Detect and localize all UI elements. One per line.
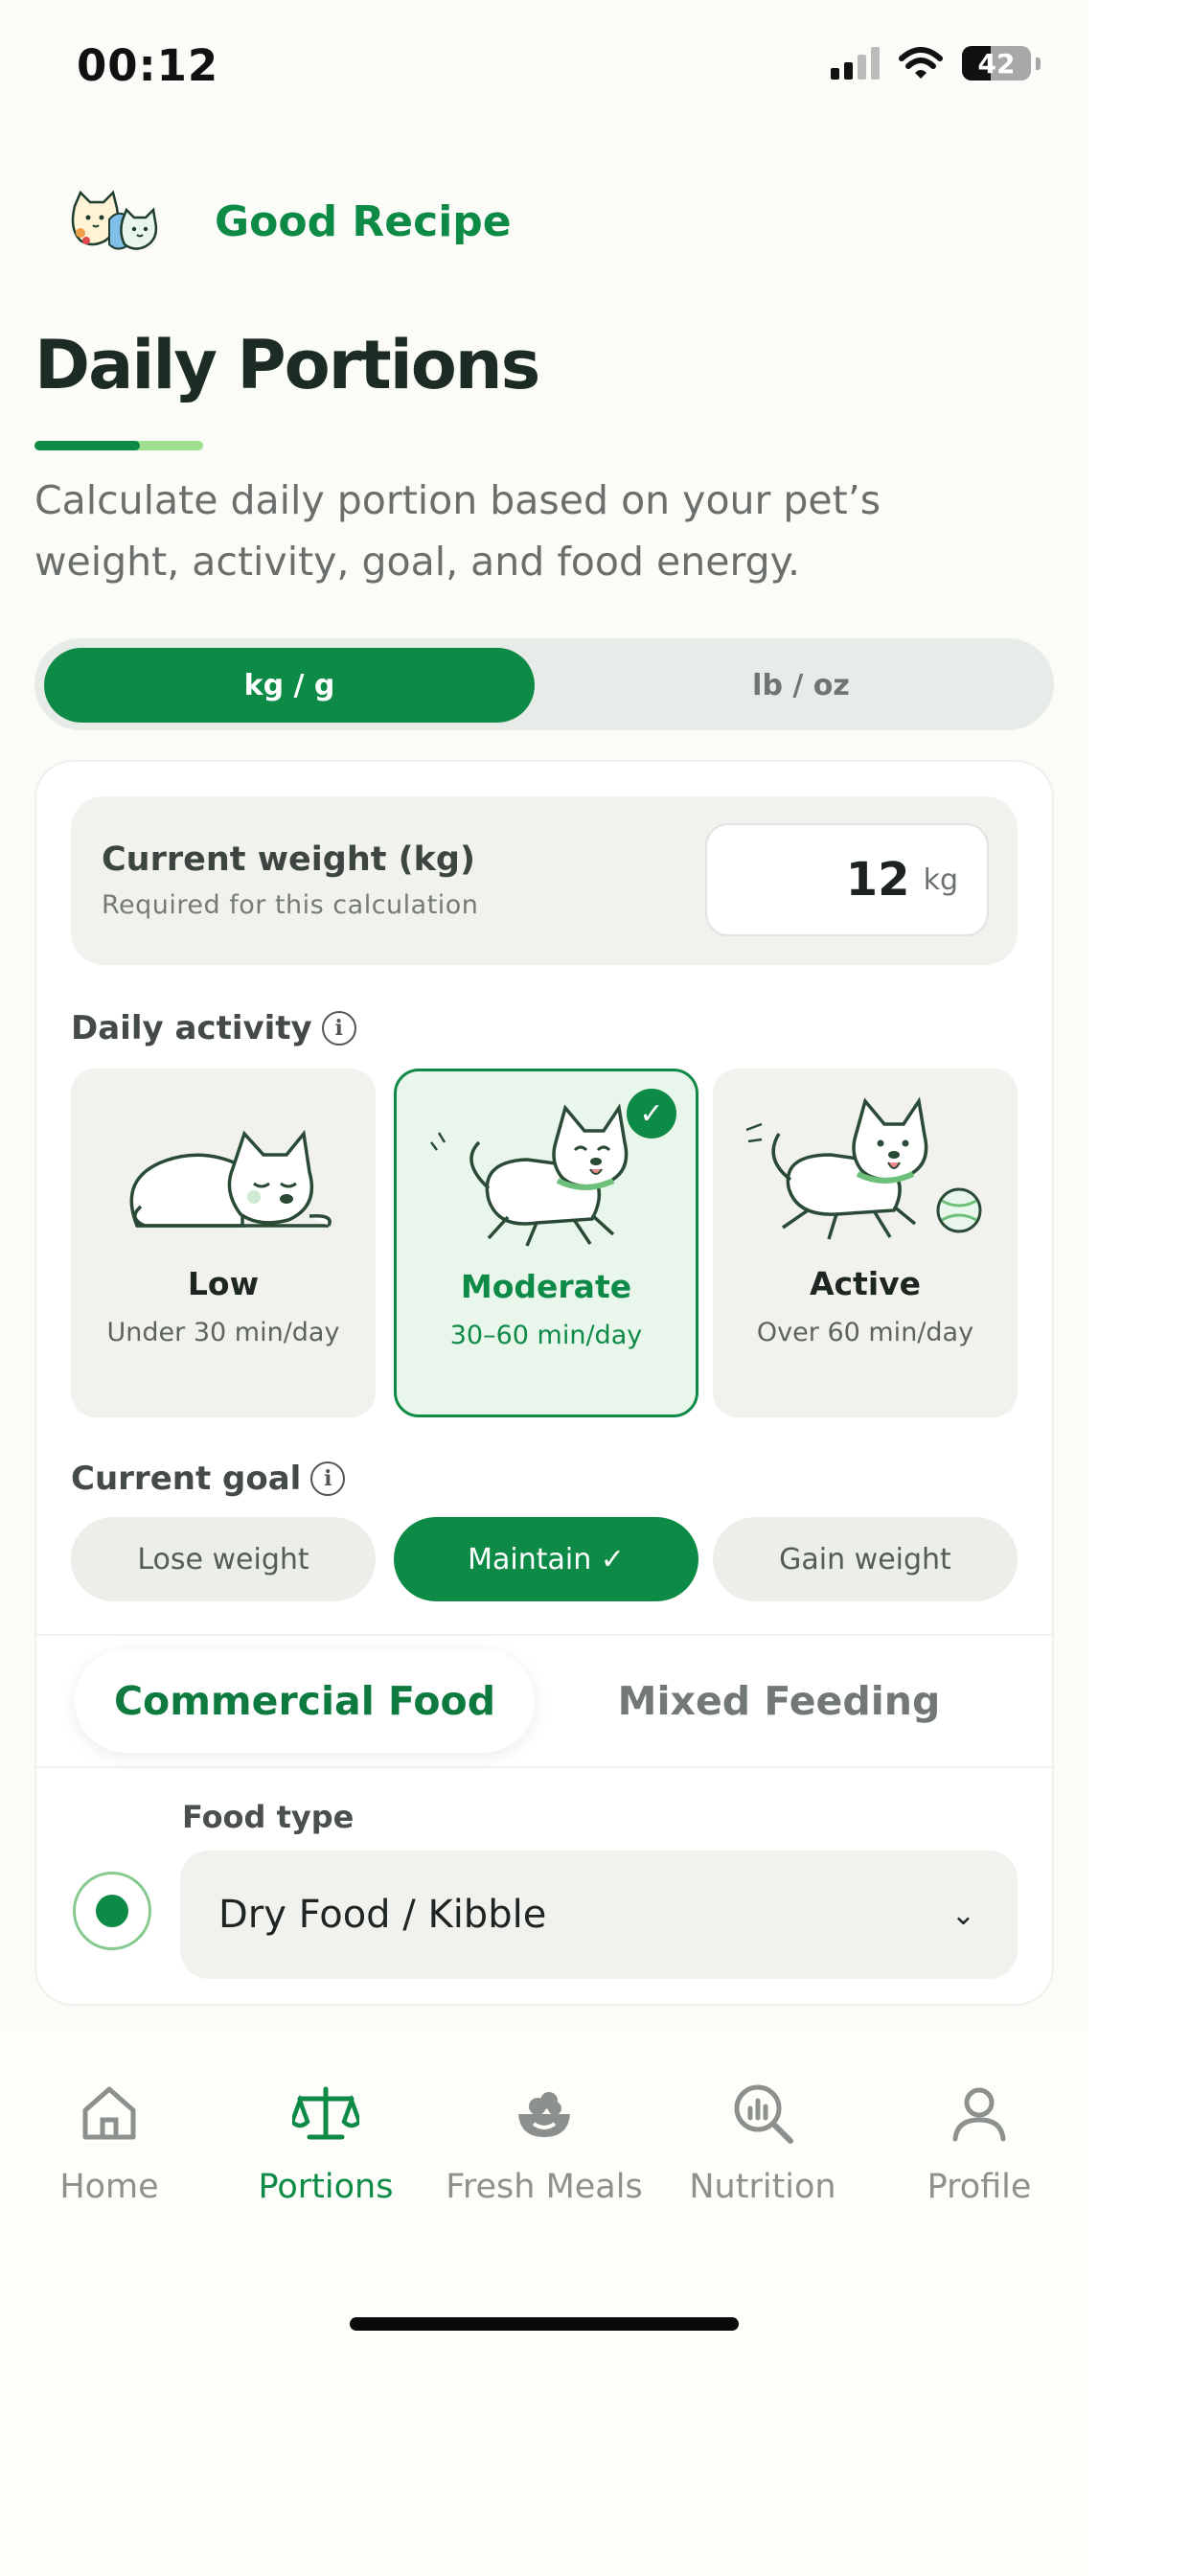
running-dog-with-ball-icon xyxy=(745,1096,982,1240)
brand-header: Good Recipe xyxy=(67,187,512,256)
nav-label: Home xyxy=(59,2168,159,2206)
activity-label: Daily activity i xyxy=(71,1009,356,1047)
food-radio-button[interactable] xyxy=(73,1872,151,1950)
nav-item-fresh-meals[interactable]: Fresh Meals xyxy=(439,2080,650,2206)
activity-option-active[interactable]: Active Over 60 min/day xyxy=(713,1069,1018,1417)
walking-dog-icon xyxy=(430,1103,629,1247)
weight-hint: Required for this calculation xyxy=(102,890,479,920)
nav-label: Portions xyxy=(258,2168,394,2206)
nav-item-profile[interactable]: Profile xyxy=(874,2080,1085,2206)
weight-section: Current weight (kg) Required for this ca… xyxy=(71,796,1018,965)
food-type-select[interactable]: Dry Food / Kibble ⌄ xyxy=(180,1851,1018,1979)
activity-subtitle: Over 60 min/day xyxy=(756,1318,974,1347)
info-icon[interactable]: i xyxy=(321,1011,356,1046)
bottom-navigation: Home Portions Fresh Meals Nutrition Prof… xyxy=(0,2032,1088,2576)
unit-option-kg-g[interactable]: kg / g xyxy=(44,648,535,723)
unit-option-lb-oz[interactable]: lb / oz xyxy=(571,648,1031,723)
title-underline xyxy=(34,441,203,450)
status-time: 00:12 xyxy=(77,40,219,91)
activity-subtitle: 30–60 min/day xyxy=(449,1321,643,1350)
activity-subtitle: Under 30 min/day xyxy=(106,1318,340,1347)
weight-input[interactable]: 12 kg xyxy=(705,823,989,936)
tab-commercial-food[interactable]: Commercial Food xyxy=(75,1649,535,1753)
chart-magnifier-icon xyxy=(734,2084,793,2144)
wifi-icon xyxy=(899,47,943,79)
nav-item-home[interactable]: Home xyxy=(4,2080,215,2206)
home-indicator[interactable] xyxy=(350,2317,739,2331)
nav-label: Profile xyxy=(927,2168,1032,2206)
brand-name: Good Recipe xyxy=(215,196,512,246)
goal-label: Current goal i xyxy=(71,1460,346,1498)
weight-unit: kg xyxy=(923,862,958,897)
activity-title: Active xyxy=(809,1265,922,1302)
nav-item-nutrition[interactable]: Nutrition xyxy=(657,2080,868,2206)
battery-level: 42 xyxy=(977,47,1016,80)
bowl-icon xyxy=(518,2092,570,2137)
page-subtitle: Calculate daily portion based on your pe… xyxy=(34,477,881,585)
weight-label: Current weight (kg) xyxy=(102,840,475,879)
unit-toggle: kg / g lb / oz xyxy=(34,638,1054,730)
food-type-value: Dry Food / Kibble xyxy=(218,1893,547,1937)
feeding-tabs: Commercial Food Mixed Feeding xyxy=(36,1634,1052,1768)
sleeping-dog-icon xyxy=(129,1129,332,1228)
goal-label-text: Current goal xyxy=(71,1460,302,1498)
goal-option-maintain[interactable]: Maintain ✓ xyxy=(394,1517,698,1601)
tab-mixed-feeding[interactable]: Mixed Feeding xyxy=(573,1649,985,1753)
activity-label-text: Daily activity xyxy=(71,1009,312,1047)
calculator-card: Current weight (kg) Required for this ca… xyxy=(34,760,1054,2006)
nav-label: Fresh Meals xyxy=(446,2168,643,2206)
battery-icon: 42 xyxy=(962,46,1031,80)
battery-tip xyxy=(1036,57,1041,70)
status-icons: 42 xyxy=(831,46,1041,80)
goal-option-lose-weight[interactable]: Lose weight xyxy=(71,1517,376,1601)
user-icon xyxy=(952,2087,1006,2142)
activity-title: Moderate xyxy=(460,1268,632,1305)
weight-value: 12 xyxy=(845,853,910,907)
home-icon xyxy=(82,2086,136,2140)
app-screen: 00:12 42 Good Recipe Daily Portions Calc… xyxy=(0,0,1088,2576)
scale-icon xyxy=(289,2086,362,2140)
goal-option-gain-weight[interactable]: Gain weight xyxy=(713,1517,1018,1601)
food-type-label: Food type xyxy=(182,1799,355,1835)
signal-icon xyxy=(831,47,880,80)
activity-title: Low xyxy=(187,1265,260,1302)
cat-and-dog-logo-icon xyxy=(71,190,158,250)
activity-option-moderate[interactable]: ✓ Moderate 30–60 min/day xyxy=(394,1069,698,1417)
nav-item-portions[interactable]: Portions xyxy=(220,2080,431,2206)
page-title: Daily Portions xyxy=(34,326,540,404)
nav-label: Nutrition xyxy=(689,2168,836,2206)
chevron-down-icon: ⌄ xyxy=(950,1898,975,1932)
info-icon[interactable]: i xyxy=(310,1461,346,1496)
activity-option-low[interactable]: Low Under 30 min/day xyxy=(71,1069,376,1417)
